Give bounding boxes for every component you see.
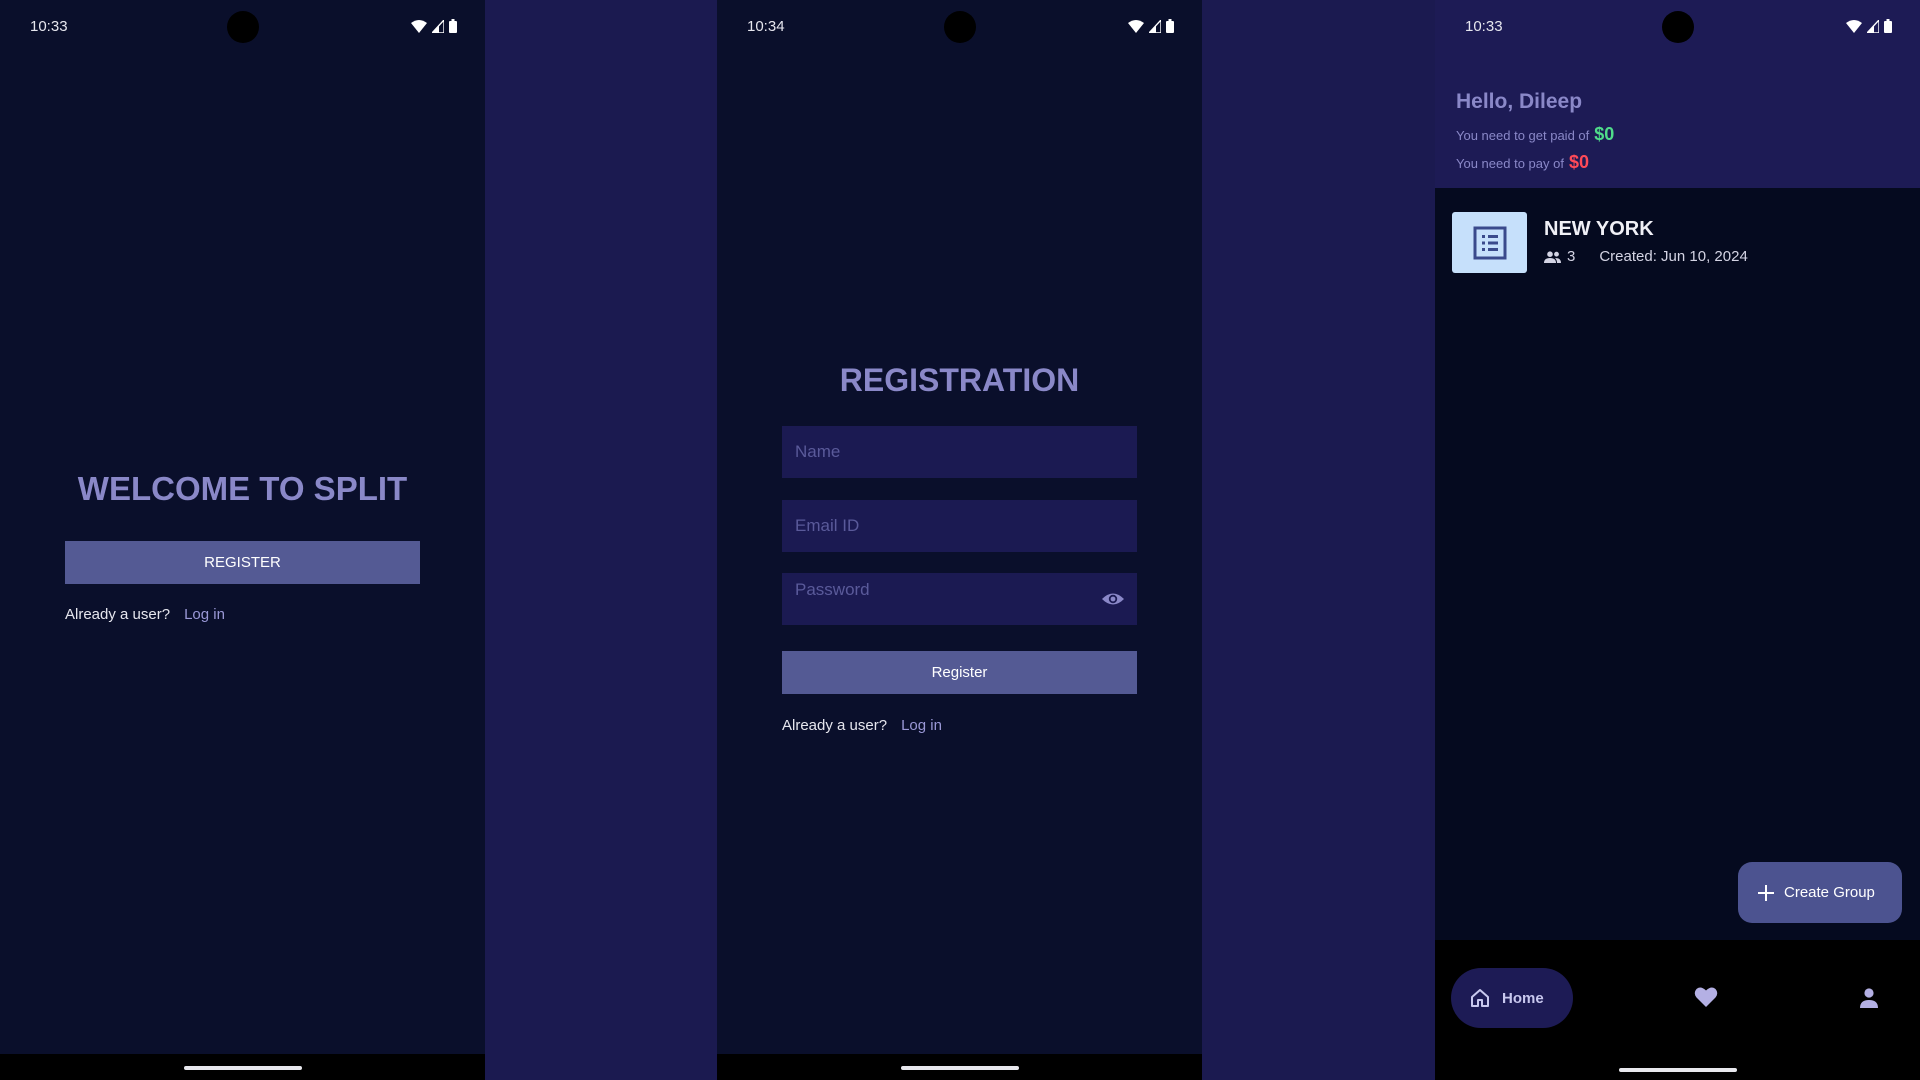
password-field: [782, 573, 1137, 625]
name-input[interactable]: [782, 426, 1137, 478]
to-pay-label: You need to pay of: [1456, 156, 1564, 171]
signal-icon: [432, 19, 444, 33]
get-paid-label: You need to get paid of: [1456, 128, 1590, 143]
greeting: Hello, Dileep: [1456, 90, 1583, 113]
wifi-icon: [1128, 19, 1144, 33]
group-name: NEW YORK: [1544, 218, 1654, 240]
status-bar: 10:34: [717, 0, 1202, 54]
password-input[interactable]: [782, 573, 1137, 625]
status-icons: [1846, 19, 1892, 33]
created-date: Created: Jun 10, 2024: [1599, 248, 1748, 265]
balance-header: Hello, Dileep You need to get paid of $0…: [1435, 54, 1920, 188]
already-user-text: Already a user?: [65, 606, 171, 623]
register-button[interactable]: Register: [782, 651, 1137, 694]
wifi-icon: [411, 19, 427, 33]
heart-icon[interactable]: [1694, 986, 1718, 1008]
home-indicator[interactable]: [1618, 1068, 1737, 1072]
group-list-item[interactable]: NEW YORK 3 Created: Jun 10, 2024: [1452, 212, 1902, 274]
to-pay-summary: You need to pay of $0: [1456, 152, 1589, 173]
signal-icon: [1149, 19, 1161, 33]
home-indicator[interactable]: [183, 1066, 302, 1070]
plus-icon: [1758, 884, 1774, 901]
login-link[interactable]: Log in: [901, 717, 942, 734]
home-screen: 10:33 Hello, Dileep You need to get paid…: [1435, 0, 1920, 1080]
camera-cutout: [227, 11, 259, 43]
create-group-button[interactable]: Create Group: [1738, 862, 1902, 923]
battery-icon: [1884, 19, 1892, 33]
member-count: 3: [1567, 248, 1576, 265]
group-meta: 3 Created: Jun 10, 2024: [1544, 248, 1748, 265]
login-prompt: Already a user? Log in: [782, 717, 942, 734]
camera-cutout: [944, 11, 976, 43]
eye-icon[interactable]: [1101, 588, 1125, 610]
bottom-navigation: Home: [1435, 940, 1920, 1080]
status-time: 10:33: [1465, 18, 1503, 35]
login-link[interactable]: Log in: [184, 606, 225, 623]
status-icons: [1128, 19, 1174, 33]
status-time: 10:34: [747, 18, 785, 35]
to-pay-amount: $0: [1568, 152, 1589, 172]
system-nav-bar: [717, 1054, 1202, 1080]
get-paid-amount: $0: [1594, 124, 1615, 144]
get-paid-summary: You need to get paid of $0: [1456, 124, 1614, 145]
name-field: [782, 426, 1137, 478]
welcome-screen: 10:33 WELCOME TO SPLIT REGISTER Already …: [0, 0, 485, 1080]
home-indicator[interactable]: [900, 1066, 1019, 1070]
nav-home-label: Home: [1502, 989, 1544, 1007]
registration-title: REGISTRATION: [839, 362, 1080, 398]
status-bar: 10:33: [1435, 0, 1920, 54]
register-button[interactable]: REGISTER: [65, 541, 420, 584]
login-prompt: Already a user? Log in: [65, 606, 225, 623]
email-field: [782, 500, 1137, 552]
registration-screen: 10:34 REGISTRATION Register Already a us…: [717, 0, 1202, 1080]
create-group-label: Create Group: [1784, 884, 1875, 901]
welcome-title: WELCOME TO SPLIT: [77, 470, 408, 507]
email-input[interactable]: [782, 500, 1137, 552]
signal-icon: [1867, 19, 1879, 33]
home-icon: [1471, 989, 1489, 1007]
camera-cutout: [1662, 11, 1694, 43]
already-user-text: Already a user?: [782, 717, 888, 734]
group-icon: [1544, 250, 1561, 263]
nav-home-tab[interactable]: Home: [1451, 968, 1573, 1028]
battery-icon: [1166, 19, 1174, 33]
group-thumbnail: [1452, 212, 1527, 273]
status-icons: [411, 19, 457, 33]
status-time: 10:33: [30, 18, 68, 35]
wifi-icon: [1846, 19, 1862, 33]
battery-icon: [449, 19, 457, 33]
person-icon[interactable]: [1859, 988, 1879, 1008]
list-icon: [1473, 226, 1506, 259]
status-bar: 10:33: [0, 0, 485, 54]
system-nav-bar: [0, 1054, 485, 1080]
